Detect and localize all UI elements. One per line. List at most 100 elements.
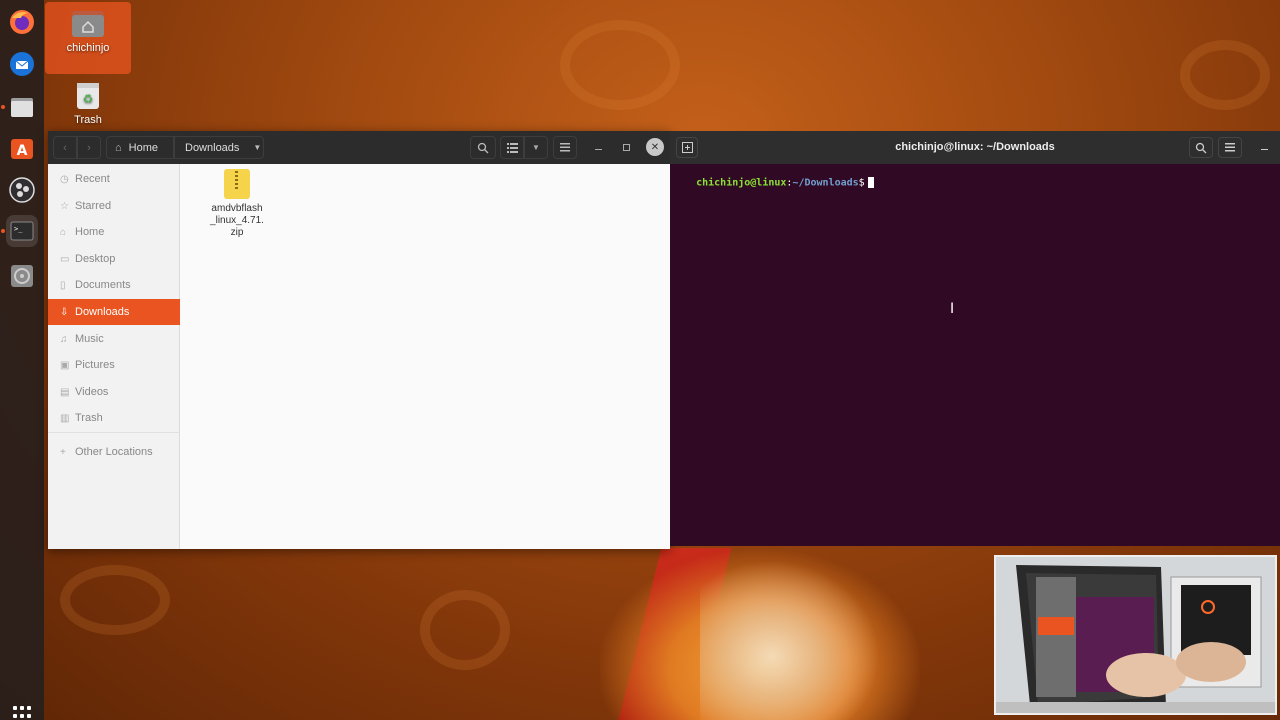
close-icon: ✕ (650, 141, 660, 153)
wallpaper-swirl (1180, 40, 1270, 110)
show-apps-icon[interactable] (13, 706, 31, 718)
hamburger-icon (1225, 143, 1235, 152)
desktop-icon: ▭ (60, 253, 70, 265)
desktop-icon-label: chichinjo (66, 42, 110, 54)
files-header-bar: ‹ › ⌂ Home Downloads ▼ ▼ ✕ (48, 131, 670, 164)
svg-text:A: A (17, 143, 28, 159)
search-icon (477, 142, 489, 153)
prompt-symbol: $ (858, 177, 865, 189)
terminal-prompt: chichinjo@linux:~/Downloads$ (672, 166, 874, 200)
wallpaper-swirl (420, 590, 510, 670)
sidebar-item-videos[interactable]: ▤ Videos (48, 379, 180, 405)
sidebar-item-label: Starred (75, 200, 112, 212)
zip-archive-icon (224, 169, 250, 199)
firefox-icon[interactable] (6, 6, 38, 38)
sidebar-item-label: Recent (75, 173, 110, 185)
minimize-icon (1260, 149, 1268, 150)
maximize-button[interactable] (616, 136, 636, 159)
file-name-line: _linux_4.71. (210, 215, 264, 226)
file-name-line: zip (230, 227, 244, 238)
sidebar-item-label: Trash (75, 412, 103, 424)
sidebar-item-trash[interactable]: ▥ Trash (48, 405, 180, 431)
sidebar-item-label: Videos (75, 386, 109, 398)
search-icon (1195, 142, 1207, 153)
svg-text:♻: ♻ (83, 92, 94, 106)
obs-icon[interactable] (6, 174, 38, 206)
sidebar-item-starred[interactable]: ☆ Starred (48, 193, 180, 219)
terminal-search-button[interactable] (1189, 137, 1213, 158)
sidebar-item-documents[interactable]: ▯ Documents (48, 272, 180, 298)
desktop-trash[interactable]: ♻ Trash (45, 80, 131, 126)
sidebar-item-label: Documents (75, 279, 131, 291)
music-icon: ♫ (60, 333, 68, 345)
sidebar-item-home[interactable]: ⌂ Home (48, 219, 180, 245)
maximize-icon (622, 144, 630, 151)
list-view-icon (506, 142, 518, 153)
trash-icon: ♻ (77, 83, 99, 109)
clock-icon: ◷ (60, 173, 69, 185)
chevron-down-icon: ▼ (532, 143, 540, 152)
sidebar-item-other-locations[interactable]: + Other Locations (48, 439, 180, 465)
running-indicator (1, 229, 5, 233)
minimize-icon (594, 149, 602, 150)
software-icon[interactable]: A (6, 132, 38, 164)
sidebar-divider (48, 432, 180, 433)
menu-button[interactable] (553, 136, 577, 159)
star-icon: ☆ (60, 200, 69, 212)
search-button[interactable] (470, 136, 496, 159)
thunderbird-icon[interactable] (6, 48, 38, 80)
sidebar-item-recent[interactable]: ◷ Recent (48, 166, 180, 192)
sidebar-item-label: Music (75, 333, 104, 345)
file-item-zip[interactable]: amdvbflash _linux_4.71. zip (204, 169, 270, 239)
close-button[interactable]: ✕ (646, 138, 664, 156)
video-icon: ▤ (60, 386, 70, 398)
wallpaper-swirl (560, 20, 680, 110)
home-icon: ⌂ (60, 226, 67, 238)
sidebar-item-pictures[interactable]: ▣ Pictures (48, 352, 180, 378)
prompt-user: chichinjo@linux (696, 177, 787, 189)
sidebar-item-music[interactable]: ♫ Music (48, 326, 180, 352)
terminal-icon[interactable]: >_ (6, 215, 38, 247)
hamburger-icon (560, 143, 570, 152)
svg-text:>_: >_ (14, 225, 23, 233)
sidebar-item-label: Pictures (75, 359, 115, 371)
view-list-button[interactable] (500, 136, 524, 159)
desktop-icon-label: Trash (74, 114, 102, 126)
breadcrumb-current[interactable]: Downloads ▼ (174, 136, 264, 159)
wallpaper-flame-highlight (700, 560, 880, 720)
text-cursor (867, 177, 874, 188)
download-icon: ⇩ (60, 306, 69, 318)
chevron-down-icon: ▼ (253, 143, 262, 152)
forward-button[interactable]: › (77, 136, 101, 159)
view-options-button[interactable]: ▼ (524, 136, 548, 159)
back-button[interactable]: ‹ (53, 136, 77, 159)
sidebar-item-desktop[interactable]: ▭ Desktop (48, 246, 180, 272)
sidebar-item-label: Other Locations (75, 446, 153, 458)
terminal-minimize-button[interactable] (1256, 137, 1272, 158)
webcam-feed-image (996, 557, 1275, 713)
files-icon[interactable] (6, 91, 38, 123)
mouse-ibeam-cursor-icon: I (950, 301, 955, 317)
plus-icon: + (60, 446, 66, 458)
desktop-home-folder[interactable]: chichinjo (45, 2, 131, 74)
sidebar-item-label: Desktop (75, 253, 116, 265)
terminal-header-bar: chichinjo@linux: ~/Downloads (670, 131, 1280, 164)
home-icon: ⌂ (115, 141, 122, 154)
file-name-line: amdvbflash (211, 203, 263, 214)
prompt-path: ~/Downloads (792, 177, 859, 189)
home-folder-icon (72, 11, 104, 37)
breadcrumb-home[interactable]: ⌂ Home (106, 136, 174, 159)
terminal-window[interactable]: chichinjo@linux: ~/Downloads chichinjo@l… (670, 131, 1280, 546)
sidebar-item-label: Home (75, 226, 105, 238)
disc-icon[interactable] (6, 260, 38, 292)
trash-icon: ▥ (60, 412, 70, 424)
document-icon: ▯ (60, 279, 66, 291)
terminal-menu-button[interactable] (1218, 137, 1242, 158)
files-window: ‹ › ⌂ Home Downloads ▼ ▼ ✕ ◷ Recent ☆ St… (48, 131, 670, 549)
minimize-button[interactable] (588, 136, 608, 159)
sidebar-item-downloads[interactable]: ⇩ Downloads (48, 299, 180, 325)
dock: A >_ (0, 0, 44, 720)
files-sidebar: ◷ Recent ☆ Starred ⌂ Home ▭ Desktop ▯ Documen… (48, 164, 180, 549)
picture-icon: ▣ (60, 359, 70, 371)
breadcrumb-home-label: Home (128, 141, 158, 154)
